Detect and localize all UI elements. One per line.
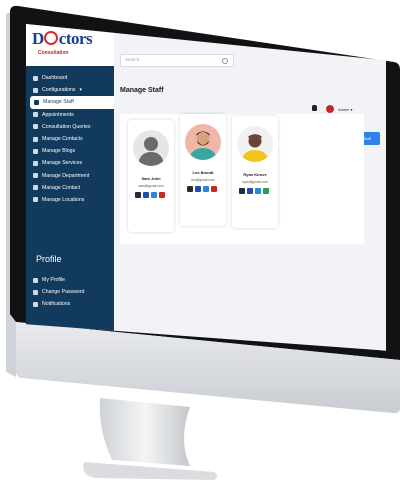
man-yellow-avatar <box>241 134 269 162</box>
sidebar-item-manage-department[interactable]: Manage Department <box>26 170 114 182</box>
sidebar-item-manage-blogs[interactable]: Manage Blogs <box>26 145 114 157</box>
sidebar-item-manage-contact[interactable]: Manage Contact <box>26 182 114 194</box>
user-placeholder-icon <box>138 137 164 166</box>
staff-email: leo@gmail.com <box>191 178 215 182</box>
man-beard-avatar <box>189 131 217 160</box>
staff-card[interactable]: Ryan Kiruve ryan@gmail.com <box>232 116 278 228</box>
main-content: Search Manage Staff Admin ▾ Add New Staf… <box>114 24 386 351</box>
sidebar-item-manage-contacts[interactable]: Manage Contacts <box>26 133 114 145</box>
twitter-icon[interactable] <box>255 188 261 194</box>
phone-icon <box>33 185 38 191</box>
sidebar-item-label: Manage Locations <box>42 196 85 203</box>
sidebar-item-appointments[interactable]: Appointments <box>26 109 114 121</box>
sidebar-item-change-password[interactable]: Change Password <box>26 286 114 298</box>
sidebar-item-consultation-queries[interactable]: Consultation Queries <box>26 121 114 133</box>
brand-tagline: Consultation <box>38 50 69 56</box>
location-icon <box>33 197 38 203</box>
edit-icon[interactable] <box>187 186 193 192</box>
search-placeholder: Search <box>125 57 140 62</box>
brand-name-part1: D <box>32 29 44 48</box>
staff-card-list: Sam John sam@gmail.com Leo Brandt leo@gm… <box>120 114 364 244</box>
sidebar-item-label: Manage Contacts <box>42 136 83 143</box>
avatar <box>185 124 221 160</box>
sidebar-item-label: Manage Staff <box>43 99 74 106</box>
facebook-icon[interactable] <box>195 186 201 192</box>
stethoscope-icon <box>44 31 59 45</box>
sidebar-item-label: Manage Contact <box>42 184 81 191</box>
staff-actions <box>135 192 165 198</box>
sidebar-item-dashboard[interactable]: Dashboard <box>26 72 114 84</box>
profile-nav: My Profile Change Password Notifications <box>26 274 114 311</box>
building-icon <box>33 173 38 179</box>
blog-icon <box>33 148 38 154</box>
sidebar-item-label: Manage Department <box>42 172 90 179</box>
staff-actions <box>187 186 217 192</box>
staff-card[interactable]: Sam John sam@gmail.com <box>128 120 174 232</box>
delete-icon[interactable] <box>159 192 165 198</box>
screen: Dctors Consultation Dashboard Configurat… <box>26 24 386 351</box>
twitter-icon[interactable] <box>151 192 157 198</box>
services-icon <box>33 160 38 166</box>
sidebar-item-label: Change Password <box>42 289 85 296</box>
calendar-icon <box>33 112 38 118</box>
staff-actions <box>239 188 269 194</box>
sidebar-item-label: Notifications <box>42 301 71 308</box>
edit-icon[interactable] <box>135 192 141 198</box>
sidebar-item-my-profile[interactable]: My Profile <box>26 274 114 286</box>
sidebar-nav: Dashboard Configurations ▾ Manage Staff A… <box>26 72 114 206</box>
brand-logo[interactable]: Dctors <box>32 29 93 49</box>
facebook-icon[interactable] <box>143 192 149 198</box>
sidebar-item-notifications[interactable]: Notifications <box>26 298 114 310</box>
profile-heading: Profile <box>36 254 62 264</box>
sliders-icon <box>33 87 38 93</box>
sidebar-item-label: Appointments <box>42 111 74 118</box>
avatar <box>237 126 273 162</box>
notification-bell-icon[interactable] <box>312 105 317 111</box>
sidebar-item-label: Manage Blogs <box>42 148 76 155</box>
admin-label: Admin <box>338 107 350 112</box>
sidebar-item-manage-locations[interactable]: Manage Locations <box>26 194 114 206</box>
contact-icon <box>33 136 38 142</box>
sidebar-item-configurations[interactable]: Configurations ▾ <box>26 84 114 96</box>
chevron-down-icon: ▾ <box>79 87 82 94</box>
sidebar-item-label: Dashboard <box>42 75 68 82</box>
avatar <box>133 130 169 166</box>
grid-icon <box>33 75 38 81</box>
bell-icon <box>33 301 38 307</box>
search-input[interactable]: Search <box>120 54 234 67</box>
staff-name: Leo Brandt <box>192 170 214 175</box>
chat-icon <box>33 124 38 130</box>
sidebar-item-label: Configurations <box>42 87 76 94</box>
sidebar-item-label: My Profile <box>42 277 66 284</box>
user-icon <box>33 277 38 283</box>
sidebar-item-label: Consultation Queries <box>42 123 91 130</box>
staff-email: sam@gmail.com <box>138 184 164 188</box>
users-icon <box>34 99 39 105</box>
staff-name: Sam John <box>141 176 161 181</box>
search-icon[interactable] <box>222 57 228 64</box>
whatsapp-icon[interactable] <box>263 188 269 194</box>
monitor: Dctors Consultation Dashboard Configurat… <box>0 0 400 415</box>
lock-icon <box>33 289 38 295</box>
avatar[interactable] <box>326 105 334 113</box>
sidebar-item-manage-services[interactable]: Manage Services <box>26 157 114 169</box>
page-title: Manage Staff <box>120 87 164 94</box>
facebook-icon[interactable] <box>247 188 253 194</box>
sidebar-item-manage-staff[interactable]: Manage Staff <box>30 96 114 109</box>
admin-menu[interactable]: Admin ▾ <box>338 107 352 112</box>
staff-name: Ryan Kiruve <box>243 172 267 177</box>
staff-card[interactable]: Leo Brandt leo@gmail.com <box>180 114 226 226</box>
staff-email: ryan@gmail.com <box>242 180 268 184</box>
sidebar: Dctors Consultation Dashboard Configurat… <box>26 24 114 351</box>
delete-icon[interactable] <box>211 186 217 192</box>
brand-name-part2: ctors <box>58 29 93 48</box>
twitter-icon[interactable] <box>203 186 209 192</box>
edit-icon[interactable] <box>239 188 245 194</box>
sidebar-item-label: Manage Services <box>42 160 83 167</box>
